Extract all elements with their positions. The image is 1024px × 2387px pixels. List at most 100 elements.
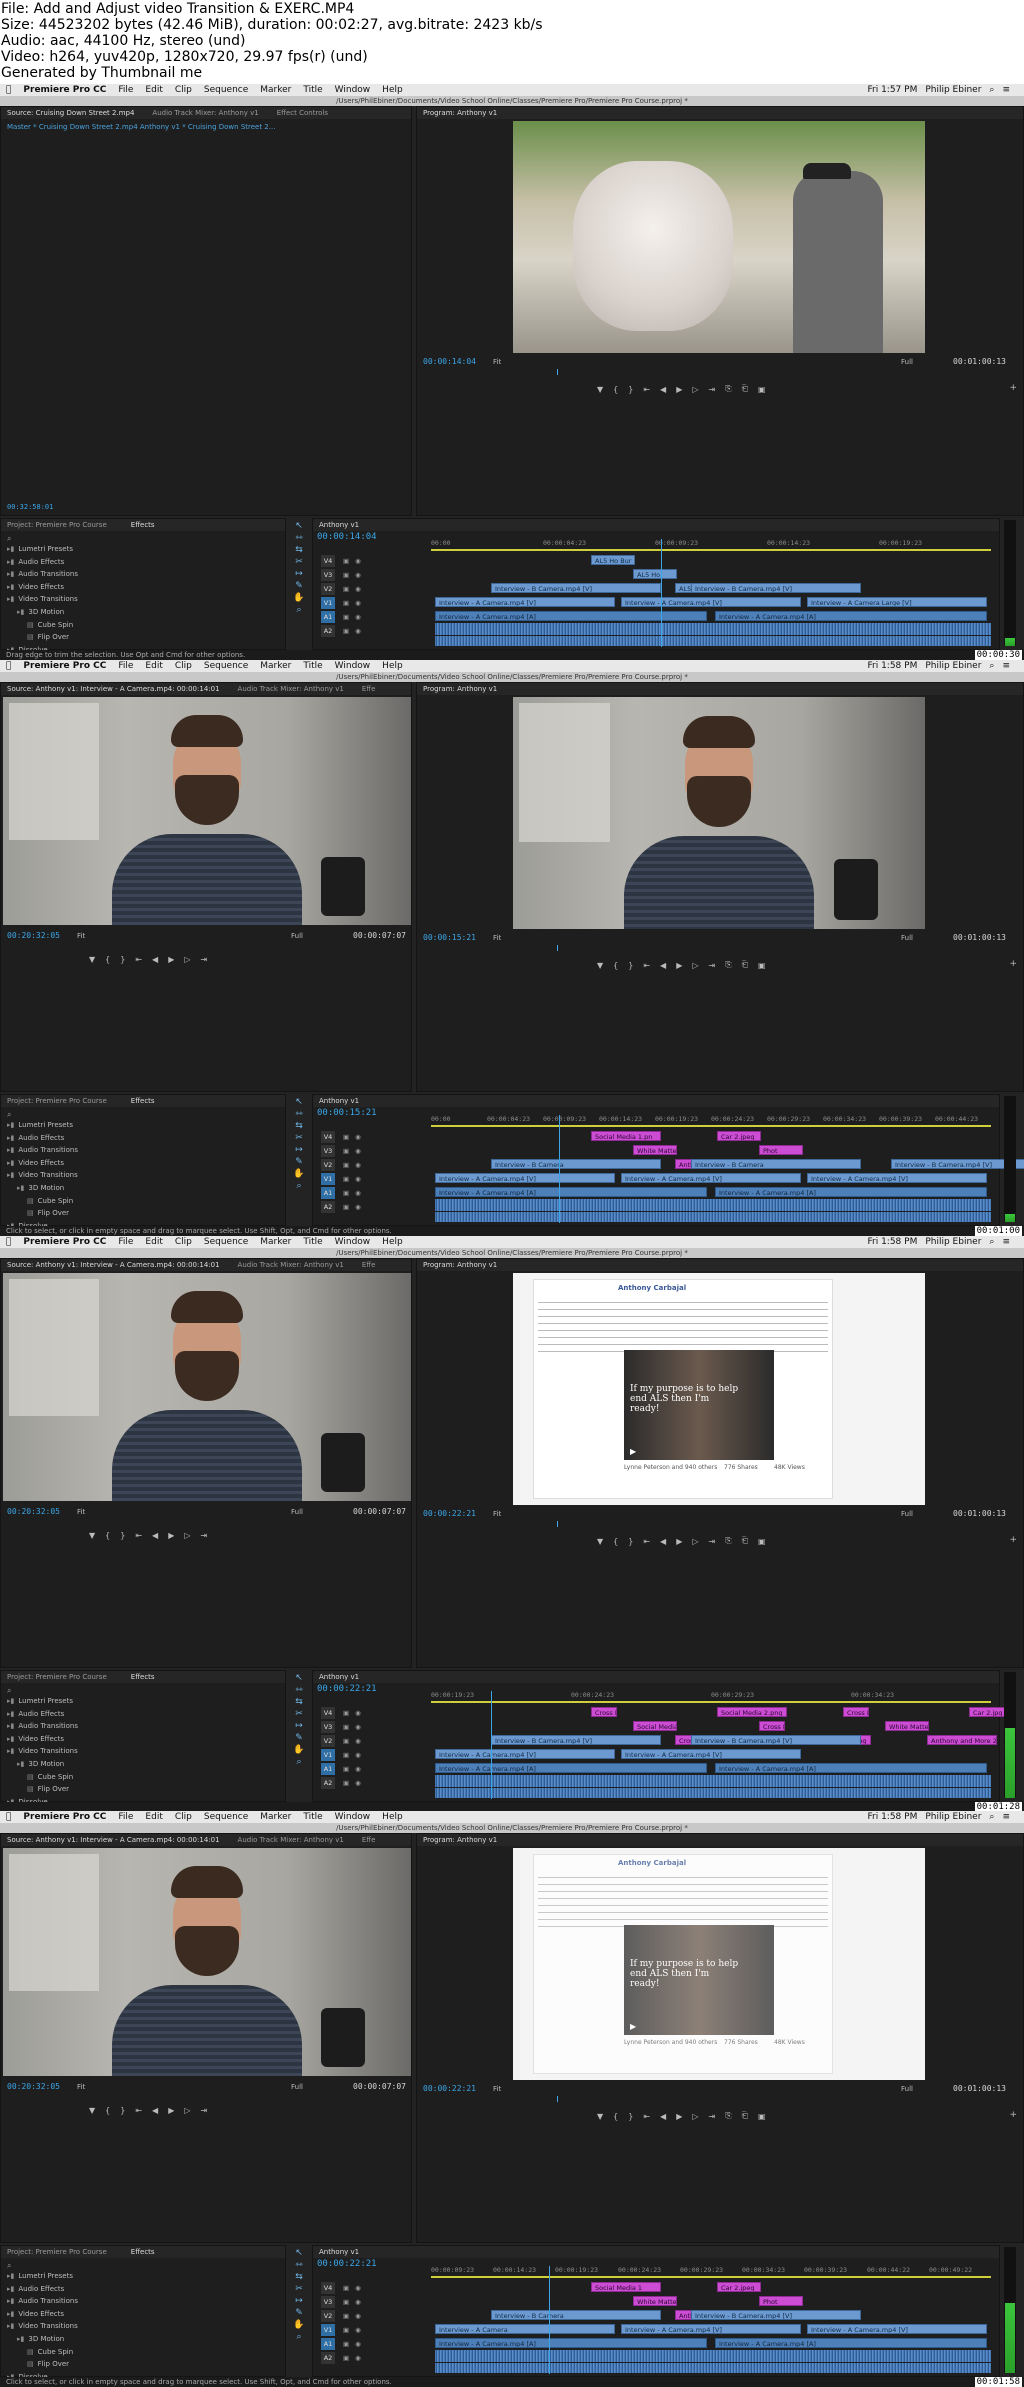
apple-icon[interactable]:  [6, 660, 11, 672]
video-clip-b-camera[interactable]: Interview - B Camera [491, 2310, 661, 2320]
transport-button[interactable]: { [613, 1537, 618, 1546]
transport-button[interactable]: ▷ [184, 955, 190, 964]
play-icon[interactable]: ▶ [630, 2022, 636, 2031]
tool-icon[interactable]: ⌕ [292, 2331, 306, 2343]
transport-button[interactable]: ▷ [692, 2112, 698, 2121]
timeline-playhead[interactable] [549, 2266, 550, 2374]
effects-folder[interactable]: ▸▮ Audio Transitions [7, 1720, 78, 1733]
tool-icon[interactable]: ✂ [292, 556, 306, 568]
track-header[interactable]: V3 ▣ ◉ [317, 569, 427, 581]
transport-button[interactable]: ◀ [660, 1537, 666, 1546]
tool-icon[interactable]: ✋ [292, 1744, 306, 1756]
play-icon[interactable]: ▶ [630, 1447, 636, 1456]
eye-icon[interactable]: ◉ [355, 613, 361, 621]
effects-folder[interactable]: ▤ Cube Spin [7, 1195, 78, 1208]
transport-button[interactable]: ⇤ [643, 1537, 650, 1546]
transport-button[interactable]: ▷ [692, 1537, 698, 1546]
audio-clip-a1[interactable]: Interview - A Camera.mp4 [A] [435, 1187, 707, 1197]
search-icon[interactable]: ⌕ [989, 1811, 994, 1823]
video-clip-v1[interactable]: Interview - A Camera.mp4 [V] [807, 2324, 987, 2334]
transport-button[interactable]: ▣ [758, 385, 766, 394]
transport-button[interactable]: ◀ [660, 2112, 666, 2121]
program-fit-select[interactable]: Fit [493, 934, 501, 942]
effects-folder[interactable]: ▤ Flip Over [7, 1783, 78, 1796]
transport-button[interactable]: ▣ [758, 961, 766, 970]
lock-icon[interactable]: ▣ [343, 1203, 349, 1211]
transport-button[interactable]: ▶ [168, 1531, 174, 1540]
transport-button[interactable]: ▼ [597, 385, 603, 394]
transport-button[interactable]: ⎘ [725, 1536, 731, 1546]
graphic-clip[interactable]: Social Media [633, 1721, 677, 1731]
transport-button[interactable]: ⇤ [643, 385, 650, 394]
effects-folder[interactable]: ▤ Cube Spin [7, 2346, 78, 2359]
add-button-icon[interactable]: + [1009, 959, 1017, 969]
source-fit-select[interactable]: Fit [77, 932, 85, 940]
track-header[interactable]: V3 ▣ ◉ [317, 1721, 427, 1733]
lock-icon[interactable]: ▣ [343, 2354, 349, 2362]
tool-icon[interactable]: ⇿ [292, 532, 306, 544]
program-tab[interactable]: Program: Anthony v1 [423, 1836, 497, 1844]
lock-icon[interactable]: ▣ [343, 1779, 349, 1787]
eye-icon[interactable]: ◉ [355, 1779, 361, 1787]
transport-button[interactable]: ▣ [758, 2112, 766, 2121]
track-header[interactable]: A1 ▣ ◉ [317, 2338, 427, 2350]
lock-icon[interactable]: ▣ [343, 599, 349, 607]
tool-icon[interactable]: ↖ [292, 520, 306, 532]
effects-folder[interactable]: ▸▮ Video Effects [7, 581, 78, 594]
lock-icon[interactable]: ▣ [343, 1751, 349, 1759]
timeline-ruler[interactable]: 00:00:09:23 00:00:14:23 00:00:19:23 00:00:2… [431, 2266, 991, 2276]
track-header[interactable]: A1 ▣ ◉ [317, 611, 427, 623]
transport-button[interactable]: ⇤ [135, 1531, 142, 1540]
graphic-clip[interactable]: White Matte [633, 1145, 677, 1155]
lock-icon[interactable]: ▣ [343, 1723, 349, 1731]
eye-icon[interactable]: ◉ [355, 2284, 361, 2292]
graphic-clip[interactable]: White Matte [633, 2296, 677, 2306]
program-playhead[interactable] [557, 369, 558, 375]
graphic-clip[interactable]: Phot [759, 1145, 803, 1155]
transport-button[interactable]: ⇥ [709, 1537, 716, 1546]
eye-icon[interactable]: ◉ [355, 2326, 361, 2334]
transport-button[interactable]: ▶ [676, 385, 682, 394]
program-tab[interactable]: Program: Anthony v1 [423, 109, 497, 117]
transport-button[interactable]: ▷ [692, 385, 698, 394]
effects-tab[interactable]: Effects [131, 2248, 155, 2256]
source-tab[interactable]: Source: Anthony v1: Interview - A Camera… [7, 1261, 220, 1269]
effects-folder[interactable]: ▸▮ 3D Motion [7, 2333, 78, 2346]
lock-icon[interactable]: ▣ [343, 2284, 349, 2292]
effects-folder[interactable]: ▸▮ Lumetri Presets [7, 1695, 78, 1708]
effects-tab[interactable]: Project: Premiere Pro Course [7, 1097, 107, 1105]
user-name[interactable]: Philip Ebiner [925, 1236, 981, 1248]
work-area-bar[interactable] [431, 1701, 991, 1703]
sequence-tab[interactable]: Anthony v1 [319, 521, 359, 529]
eye-icon[interactable]: ◉ [355, 599, 361, 607]
video-clip-b-camera[interactable]: Interview - B Camera.mp4 [V] [691, 1735, 861, 1745]
lock-icon[interactable]: ▣ [343, 1765, 349, 1773]
menu-item[interactable]: Edit [145, 1811, 162, 1823]
tool-icon[interactable]: ⇆ [292, 544, 306, 556]
tool-icon[interactable]: ✎ [292, 580, 306, 592]
source-tab[interactable]: Audio Track Mixer: Anthony v1 [238, 685, 344, 693]
effects-folder[interactable]: ▤ Cube Spin [7, 1771, 78, 1784]
effects-folder[interactable]: ▸▮ Lumetri Presets [7, 1119, 78, 1132]
audio-clip-a1[interactable]: Interview - A Camera.mp4 [A] [435, 611, 707, 621]
menu-item[interactable]: File [118, 660, 133, 672]
transport-button[interactable]: ▶ [676, 2112, 682, 2121]
menu-item[interactable]: Sequence [204, 660, 248, 672]
source-tab[interactable]: Effe [362, 1836, 376, 1844]
menu-item[interactable]: Clip [175, 1811, 192, 1823]
program-quality-select[interactable]: Full [901, 934, 913, 942]
transport-button[interactable]: ▷ [184, 1531, 190, 1540]
effects-folder[interactable]: ▸▮ Video Transitions [7, 1745, 78, 1758]
menu-item[interactable]: Window [335, 84, 371, 96]
transport-button[interactable]: } [120, 1531, 125, 1540]
track-header[interactable]: A2 ▣ ◉ [317, 1201, 427, 1213]
menu-item[interactable]: Clip [175, 84, 192, 96]
lock-icon[interactable]: ▣ [343, 557, 349, 565]
eye-icon[interactable]: ◉ [355, 1737, 361, 1745]
effects-folder[interactable]: ▸▮ 3D Motion [7, 1182, 78, 1195]
tool-icon[interactable]: ↦ [292, 2295, 306, 2307]
lock-icon[interactable]: ▣ [343, 1189, 349, 1197]
graphic-clip[interactable]: AL5 Ho [633, 569, 677, 579]
effects-folder[interactable]: ▸▮ Audio Transitions [7, 568, 78, 581]
track-header[interactable]: V3 ▣ ◉ [317, 2296, 427, 2308]
